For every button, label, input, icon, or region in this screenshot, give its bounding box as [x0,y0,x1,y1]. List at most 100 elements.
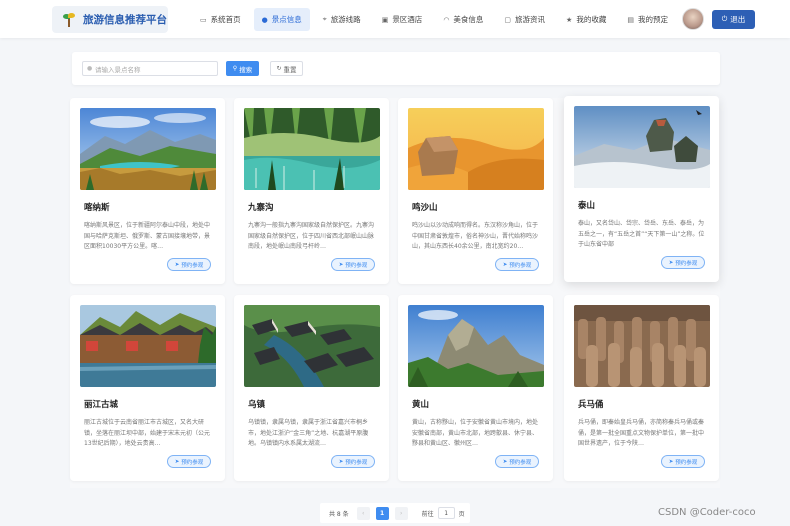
pagination: 共 8 条 ‹ 1 › 前往 1 页 [320,503,470,523]
book-visit-button[interactable]: ➤ 预约参观 [331,258,375,271]
attraction-name: 黄山 [412,400,430,410]
page-unit-label: 页 [458,510,465,518]
send-icon: ➤ [174,261,180,268]
book-visit-label: 预约参观 [181,459,204,466]
book-visit-label: 预约参观 [675,459,698,466]
send-icon: ➤ [174,458,180,465]
site-title: 旅游信息推荐平台 [83,14,167,26]
hotel-icon: ▣ [381,15,389,24]
reset-button-label: 重置 [283,65,297,74]
nav-label: 我的预定 [637,15,668,24]
attraction-card[interactable]: 乌镇 乌镇镇，隶属乌镇，隶属于浙江省嘉兴市桐乡市，地处江浙沪“金三角”之地、杭嘉… [234,295,389,481]
book-visit-button[interactable]: ➤ 预约参观 [167,258,211,271]
attraction-image[interactable] [408,305,544,387]
book-visit-button[interactable]: ➤ 预约参观 [167,455,211,468]
nav-item-hotels[interactable]: ▣ 景区酒店 [374,8,431,31]
attraction-description: 乌镇镇，隶属乌镇，隶属于浙江省嘉兴市桐乡市，地处江浙沪“金三角”之地、杭嘉湖平原… [248,419,369,447]
attraction-card[interactable]: 九寨沟 九寨沟一般指九寨沟国家级自然保护区。九寨沟国家级自然保护区，位于四川省西… [234,98,389,284]
attraction-image[interactable] [574,305,710,387]
goto-page-input[interactable]: 1 [437,507,455,519]
page-number-button[interactable]: 1 [375,506,389,520]
prev-page-button[interactable]: ‹ [356,506,370,520]
location-pin-icon: ● [261,15,268,24]
power-icon: ⏻ [721,15,728,23]
send-icon: ➤ [338,261,344,268]
attraction-name: 九寨沟 [248,203,274,213]
palm-tree-logo-icon [62,12,76,27]
attraction-description: 兵马俑，即秦始皇兵马俑，亦简称秦兵马俑或秦俑，是第一批全国重点文物保护单位，第一… [578,419,705,447]
attraction-description: 鸣沙山以沙动成响而得名。东汉称沙角山，位于中国甘肃省敦煌市，俗名神沙山，晋代始称… [412,222,539,250]
nav-item-home[interactable]: ▭ 系统首页 [192,8,249,31]
send-icon: ➤ [502,261,508,268]
attraction-description: 黄山，古称黟山，位于安徽省黄山市境内，地处安徽省南部，黄山市北部，地跨歙县、休宁… [412,419,539,447]
goto-label: 前往 [421,510,434,518]
document-icon: ▤ [627,15,634,24]
attraction-image[interactable] [408,108,544,190]
attraction-name: 喀纳斯 [84,203,110,213]
next-page-button[interactable]: › [394,506,408,520]
nav-item-routes[interactable]: ⌖ 旅游线路 [315,8,369,31]
attraction-card[interactable]: 丽江古城 丽江古城位于云南省丽江市古城区，又名大研镇，坐落在丽江坝中部，始建于宋… [70,295,225,481]
book-visit-button[interactable]: ➤ 预约参观 [495,258,539,271]
attraction-image[interactable] [574,106,710,188]
attraction-card[interactable]: 黄山 黄山，古称黟山，位于安徽省黄山市境内，地处安徽省南部，黄山市北部，地跨歙县… [398,295,553,481]
send-icon: ➤ [502,458,508,465]
send-icon: ➤ [338,458,344,465]
attraction-name: 丽江古城 [84,400,119,410]
attraction-description: 九寨沟一般指九寨沟国家级自然保护区。九寨沟国家级自然保护区，位于四川省西北部岷山… [248,222,375,250]
search-icon: ⚲ [232,65,238,72]
attraction-grid: 喀纳斯 喀纳斯风景区，位于新疆阿尔泰山中段，地处中国与哈萨克斯坦、俄罗斯、蒙古国… [70,96,720,488]
search-placeholder: 请输入景点名称 [95,65,141,74]
user-avatar[interactable] [682,8,704,30]
nav-label: 旅游资讯 [515,15,546,24]
attraction-image[interactable] [80,305,216,387]
attraction-card[interactable]: 鸣沙山 鸣沙山以沙动成响而得名。东汉称沙角山，位于中国甘肃省敦煌市，俗名神沙山，… [398,98,553,284]
search-panel: ● 请输入景点名称 ⚲ 搜索 ↻ 重置 [72,52,720,85]
send-icon: ➤ [668,259,674,266]
book-visit-label: 预约参观 [181,262,204,269]
logout-button[interactable]: ⏻ 退出 [712,10,755,29]
main-nav: ▭ 系统首页 ● 景点信息 ⌖ 旅游线路 ▣ 景区酒店 ◠ 美食信息 ▢ 旅游资… [192,8,681,31]
book-visit-label: 预约参观 [345,459,368,466]
attraction-image[interactable] [80,108,216,190]
nav-label: 我的收藏 [576,15,607,24]
total-count: 共 8 条 [329,510,349,518]
nav-item-bookings[interactable]: ▤ 我的预定 [619,8,676,31]
watermark: CSDN @Coder-coco [658,507,756,518]
logout-label: 退出 [730,15,746,24]
monitor-icon: ▭ [200,15,207,24]
book-visit-button[interactable]: ➤ 预约参观 [661,256,705,269]
attraction-card[interactable]: 兵马俑 兵马俑，即秦始皇兵马俑，亦简称秦兵马俑或秦俑，是第一批全国重点文物保护单… [564,295,719,481]
location-pin-icon: ● [87,65,93,72]
search-input[interactable]: ● 请输入景点名称 [82,61,218,76]
attraction-name: 鸣沙山 [412,203,438,213]
route-icon: ⌖ [322,15,327,23]
nav-label: 系统首页 [210,15,241,24]
attraction-description: 丽江古城位于云南省丽江市古城区，又名大研镇，坐落在丽江坝中部，始建于宋末元初（公… [84,419,211,447]
nav-item-food[interactable]: ◠ 美食信息 [435,8,491,31]
search-button-label: 搜索 [239,65,253,74]
attraction-description: 泰山，又名岱山、岱宗、岱岳、东岳、泰岳，为五岳之一，有“五岳之首”“天下第一山”… [578,220,705,248]
book-visit-button[interactable]: ➤ 预约参观 [495,455,539,468]
nav-item-favorites[interactable]: ★ 我的收藏 [558,8,614,31]
attraction-image[interactable] [244,108,380,190]
attraction-card[interactable]: 泰山 泰山，又名岱山、岱宗、岱岳、东岳、泰岳，为五岳之一，有“五岳之首”“天下第… [564,96,719,282]
book-visit-label: 预约参观 [509,459,532,466]
attraction-card[interactable]: 喀纳斯 喀纳斯风景区，位于新疆阿尔泰山中段，地处中国与哈萨克斯坦、俄罗斯、蒙古国… [70,98,225,284]
nav-item-attractions[interactable]: ● 景点信息 [253,8,310,31]
reset-button[interactable]: ↻ 重置 [270,61,303,76]
site-logo[interactable]: 旅游信息推荐平台 [52,6,168,33]
star-icon: ★ [566,15,573,24]
refresh-icon: ↻ [276,65,282,72]
nav-item-news[interactable]: ▢ 旅游资讯 [496,8,553,31]
attraction-name: 兵马俑 [578,400,604,410]
food-bowl-icon: ◠ [443,15,450,24]
attraction-image[interactable] [244,305,380,387]
chat-bubble-icon: ▢ [504,15,512,24]
search-button[interactable]: ⚲ 搜索 [226,61,259,76]
book-visit-button[interactable]: ➤ 预约参观 [331,455,375,468]
book-visit-label: 预约参观 [675,260,698,267]
book-visit-label: 预约参观 [345,262,368,269]
send-icon: ➤ [668,458,674,465]
book-visit-button[interactable]: ➤ 预约参观 [661,455,705,468]
